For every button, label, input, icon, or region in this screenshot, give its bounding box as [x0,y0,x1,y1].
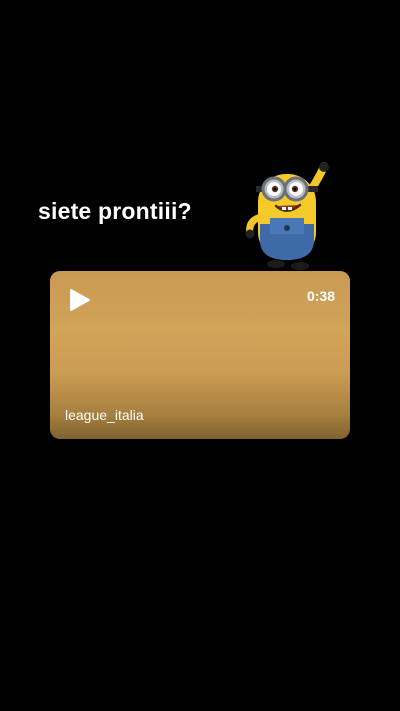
minion-sticker-icon [245,162,329,270]
video-card[interactable]: 0:38 league_italia [50,271,350,439]
video-source-label[interactable]: league_italia [65,407,144,423]
story-screen: siete prontiii? 0:38 league_italia [0,0,400,711]
play-icon[interactable] [66,287,92,313]
story-caption: siete prontiii? [38,198,192,224]
video-duration: 0:38 [306,288,335,304]
